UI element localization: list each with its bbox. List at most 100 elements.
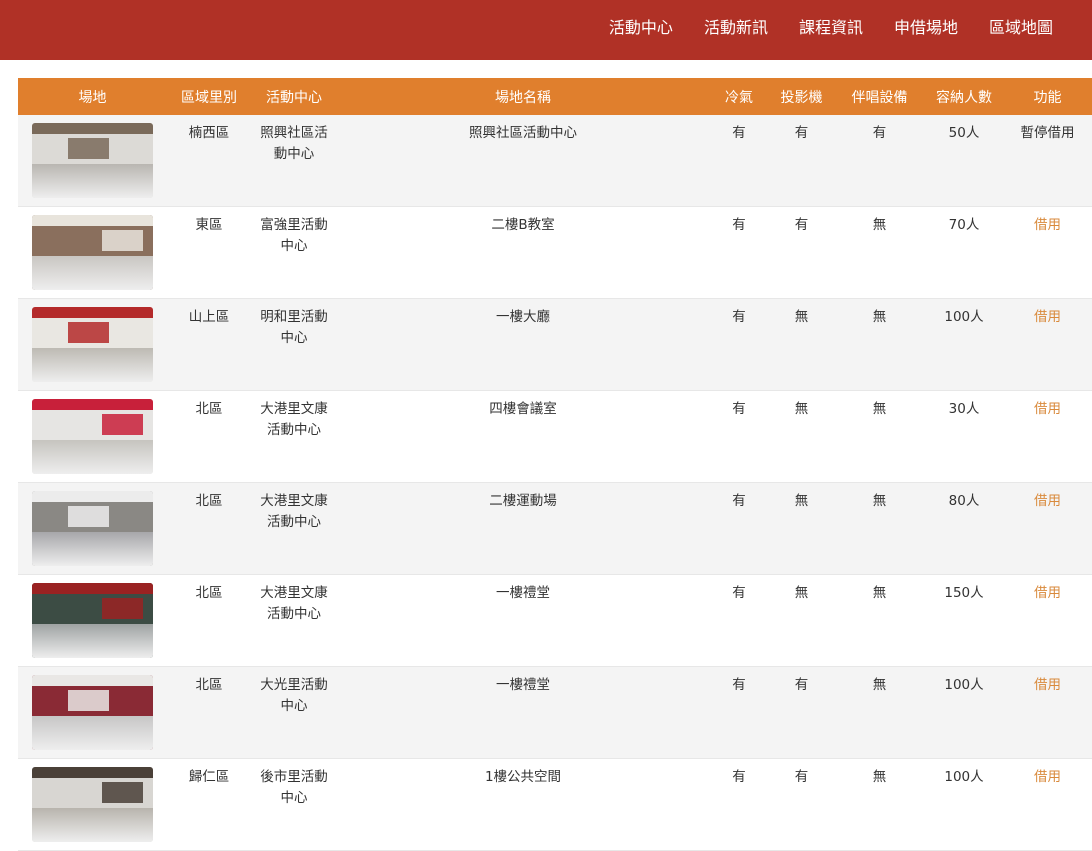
venue-table-container: 場地 區域里別 活動中心 場地名稱 冷氣 投影機 伴唱設備 容納人數 功能 楠西…: [18, 78, 1092, 851]
borrow-link[interactable]: 借用: [1034, 769, 1061, 785]
venue-photo-cell: [18, 574, 167, 667]
air-conditioning-cell: 有: [709, 666, 769, 759]
top-navigation-bar: 活動中心 活動新訊 課程資訊 申借場地 區域地圖: [0, 0, 1092, 60]
projector-cell: 有: [769, 758, 834, 851]
venue-table: 場地 區域里別 活動中心 場地名稱 冷氣 投影機 伴唱設備 容納人數 功能 楠西…: [18, 78, 1092, 851]
karaoke-cell: 無: [834, 482, 925, 575]
photo-detail: [68, 322, 110, 343]
action-cell: 借用: [1003, 206, 1092, 299]
borrow-link[interactable]: 借用: [1034, 401, 1061, 417]
capacity-cell: 30人: [925, 390, 1003, 483]
center-cell: 大港里文康活動中心: [251, 574, 337, 667]
table-row: 山上區 明和里活動中心 一樓大廳有無無 100人 借用: [18, 298, 1092, 391]
col-header-action: 功能: [1003, 78, 1092, 115]
photo-detail: [102, 598, 144, 619]
venue-photo[interactable]: [32, 215, 153, 290]
air-conditioning-cell: 有: [709, 574, 769, 667]
district-cell: 楠西區: [167, 115, 251, 207]
capacity-cell: 150人: [925, 574, 1003, 667]
air-conditioning-cell: 有: [709, 206, 769, 299]
capacity-cell: 70人: [925, 206, 1003, 299]
venue-name-cell: 照興社區活動中心: [337, 115, 709, 207]
venue-photo[interactable]: [32, 583, 153, 658]
venue-photo-cell: [18, 666, 167, 759]
venue-photo[interactable]: [32, 767, 153, 842]
district-cell: 歸仁區: [167, 758, 251, 851]
borrow-link[interactable]: 借用: [1034, 585, 1061, 601]
center-cell: 照興社區活動中心: [251, 115, 337, 207]
borrow-link[interactable]: 借用: [1034, 493, 1061, 509]
projector-cell: 無: [769, 482, 834, 575]
capacity-cell: 100人: [925, 298, 1003, 391]
photo-ceiling: [32, 675, 153, 686]
projector-cell: 有: [769, 666, 834, 759]
venue-name-cell: 一樓大廳: [337, 298, 709, 391]
venue-name-cell: 二樓B教室: [337, 206, 709, 299]
photo-floor: [32, 716, 153, 750]
photo-ceiling: [32, 123, 153, 134]
borrow-link[interactable]: 借用: [1034, 309, 1061, 325]
air-conditioning-cell: 有: [709, 390, 769, 483]
venue-photo[interactable]: [32, 491, 153, 566]
district-cell: 東區: [167, 206, 251, 299]
photo-floor: [32, 808, 153, 842]
suspended-label: 暫停借用: [1020, 125, 1075, 141]
borrow-link[interactable]: 借用: [1034, 677, 1061, 693]
venue-photo-cell: [18, 115, 167, 207]
photo-detail: [102, 782, 144, 803]
karaoke-cell: 無: [834, 206, 925, 299]
karaoke-cell: 無: [834, 390, 925, 483]
photo-detail: [68, 138, 110, 159]
action-cell: 暫停借用: [1003, 115, 1092, 207]
col-header-center: 活動中心: [251, 78, 337, 115]
photo-floor: [32, 440, 153, 474]
karaoke-cell: 無: [834, 666, 925, 759]
col-header-venue-name: 場地名稱: [337, 78, 709, 115]
nav-venue-booking[interactable]: 申借場地: [894, 18, 958, 38]
venue-name-cell: 一樓禮堂: [337, 574, 709, 667]
col-header-venue-photo: 場地: [18, 78, 167, 115]
action-cell: 借用: [1003, 298, 1092, 391]
center-cell: 富強里活動中心: [251, 206, 337, 299]
col-header-capacity: 容納人數: [925, 78, 1003, 115]
venue-photo[interactable]: [32, 123, 153, 198]
karaoke-cell: 無: [834, 574, 925, 667]
venue-photo-cell: [18, 298, 167, 391]
photo-ceiling: [32, 767, 153, 778]
table-row: 北區 大港里文康活動中心 二樓運動場有無無 80人 借用: [18, 482, 1092, 575]
karaoke-cell: 有: [834, 115, 925, 207]
venue-photo[interactable]: [32, 307, 153, 382]
nav-course-info[interactable]: 課程資訊: [799, 18, 863, 38]
capacity-cell: 50人: [925, 115, 1003, 207]
projector-cell: 有: [769, 115, 834, 207]
photo-floor: [32, 256, 153, 290]
district-cell: 北區: [167, 666, 251, 759]
venue-photo-cell: [18, 390, 167, 483]
table-row: 北區 大港里文康活動中心 四樓會議室有無無 30人 借用: [18, 390, 1092, 483]
projector-cell: 有: [769, 206, 834, 299]
action-cell: 借用: [1003, 390, 1092, 483]
venue-name-cell: 一樓禮堂: [337, 666, 709, 759]
district-cell: 山上區: [167, 298, 251, 391]
photo-ceiling: [32, 491, 153, 502]
photo-ceiling: [32, 399, 153, 410]
nav-activity-center[interactable]: 活動中心: [609, 18, 673, 38]
district-cell: 北區: [167, 482, 251, 575]
capacity-cell: 100人: [925, 758, 1003, 851]
table-row: 東區 富強里活動中心 二樓B教室有有無 70人 借用: [18, 206, 1092, 299]
venue-photo[interactable]: [32, 399, 153, 474]
photo-detail: [102, 230, 144, 251]
district-cell: 北區: [167, 390, 251, 483]
borrow-link[interactable]: 借用: [1034, 217, 1061, 233]
col-header-karaoke: 伴唱設備: [834, 78, 925, 115]
nav-area-map[interactable]: 區域地圖: [989, 18, 1053, 38]
projector-cell: 無: [769, 390, 834, 483]
karaoke-cell: 無: [834, 758, 925, 851]
photo-detail: [68, 506, 110, 527]
photo-floor: [32, 532, 153, 566]
venue-name-cell: 1樓公共空間: [337, 758, 709, 851]
capacity-cell: 100人: [925, 666, 1003, 759]
air-conditioning-cell: 有: [709, 758, 769, 851]
venue-photo[interactable]: [32, 675, 153, 750]
nav-activity-news[interactable]: 活動新訊: [704, 18, 768, 38]
